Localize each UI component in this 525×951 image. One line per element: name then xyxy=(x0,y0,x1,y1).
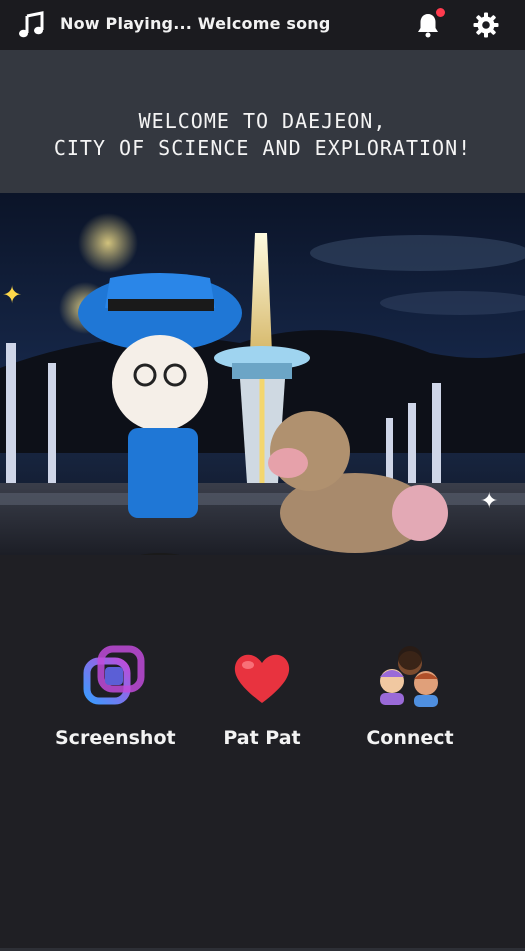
connect-label: Connect xyxy=(366,727,454,749)
pat-pat-label: Pat Pat xyxy=(223,727,301,749)
svg-text:✦: ✦ xyxy=(2,281,22,309)
daejeon-night-scene: ✦ ✦ xyxy=(0,213,525,555)
gear-icon[interactable] xyxy=(472,11,500,39)
welcome-text: WELCOME TO DAEJEON, CITY OF SCIENCE AND … xyxy=(53,109,472,160)
notification-badge xyxy=(436,8,445,17)
expo-tower xyxy=(250,233,272,353)
screenshot-button[interactable]: Screenshot xyxy=(55,645,176,749)
now-playing-label: Now Playing... Welcome song xyxy=(60,14,331,33)
light-bokeh xyxy=(78,213,138,273)
ar-scene-image: ✦ ✦ xyxy=(0,193,525,555)
screenshot-icon xyxy=(83,645,147,709)
screenshot-label: Screenshot xyxy=(55,727,176,749)
svg-text:✦: ✦ xyxy=(480,489,498,514)
top-bar: Now Playing... Welcome song xyxy=(0,0,525,50)
pat-pat-button[interactable]: Pat Pat xyxy=(202,645,322,749)
music-note-icon[interactable] xyxy=(16,10,46,40)
connect-button[interactable]: Connect xyxy=(350,645,470,749)
people-icon xyxy=(378,645,442,709)
heart-icon xyxy=(230,645,294,709)
